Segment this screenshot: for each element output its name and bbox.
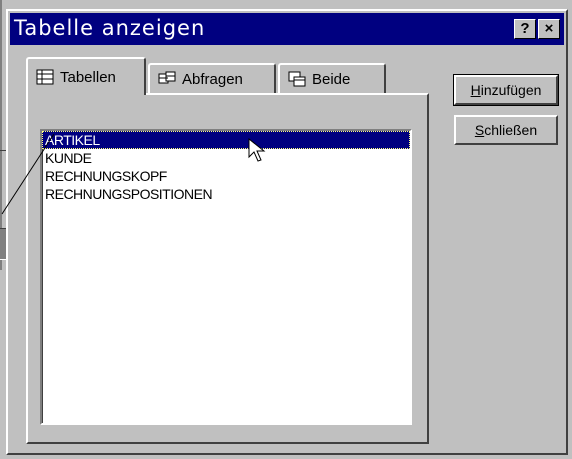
callout-line (1, 133, 55, 215)
table-listbox[interactable]: ARTIKEL KUNDE RECHNUNGSKOPF RECHNUNGSPOS… (40, 129, 412, 425)
close-dialog-button[interactable]: Schließen (454, 115, 558, 145)
close-button-mnemonic: S (474, 122, 485, 138)
both-icon (288, 71, 306, 87)
list-item[interactable]: KUNDE (42, 149, 410, 167)
dialog-title: Tabelle anzeigen (14, 16, 206, 40)
tab-abfragen-label: Abfragen (182, 70, 243, 88)
close-button-label: chließen (484, 122, 538, 138)
tab-beide[interactable]: Beide (278, 63, 386, 93)
mouse-pointer-icon (248, 138, 266, 162)
list-item[interactable]: ARTIKEL (42, 131, 410, 149)
tab-tabellen[interactable]: Tabellen (26, 57, 146, 95)
add-button[interactable]: Hinzufügen (453, 74, 559, 106)
tab-panel: ARTIKEL KUNDE RECHNUNGSKOPF RECHNUNGSPOS… (26, 93, 429, 444)
tab-beide-label: Beide (312, 70, 351, 88)
tab-tabellen-label: Tabellen (60, 68, 116, 86)
close-button[interactable]: × (538, 19, 560, 39)
add-button-mnemonic: H (470, 82, 481, 98)
list-item[interactable]: RECHNUNGSPOSITIONEN (42, 185, 410, 203)
query-icon (158, 71, 176, 87)
list-item[interactable]: RECHNUNGSKOPF (42, 167, 410, 185)
dialog-window: Tabelle anzeigen ? × Tabellen Abfragen B… (6, 9, 568, 455)
help-button[interactable]: ? (514, 19, 536, 39)
title-bar[interactable]: Tabelle anzeigen ? × (10, 13, 564, 45)
table-icon (36, 69, 54, 85)
add-button-label: inzufügen (480, 82, 542, 98)
tab-abfragen[interactable]: Abfragen (148, 63, 276, 93)
